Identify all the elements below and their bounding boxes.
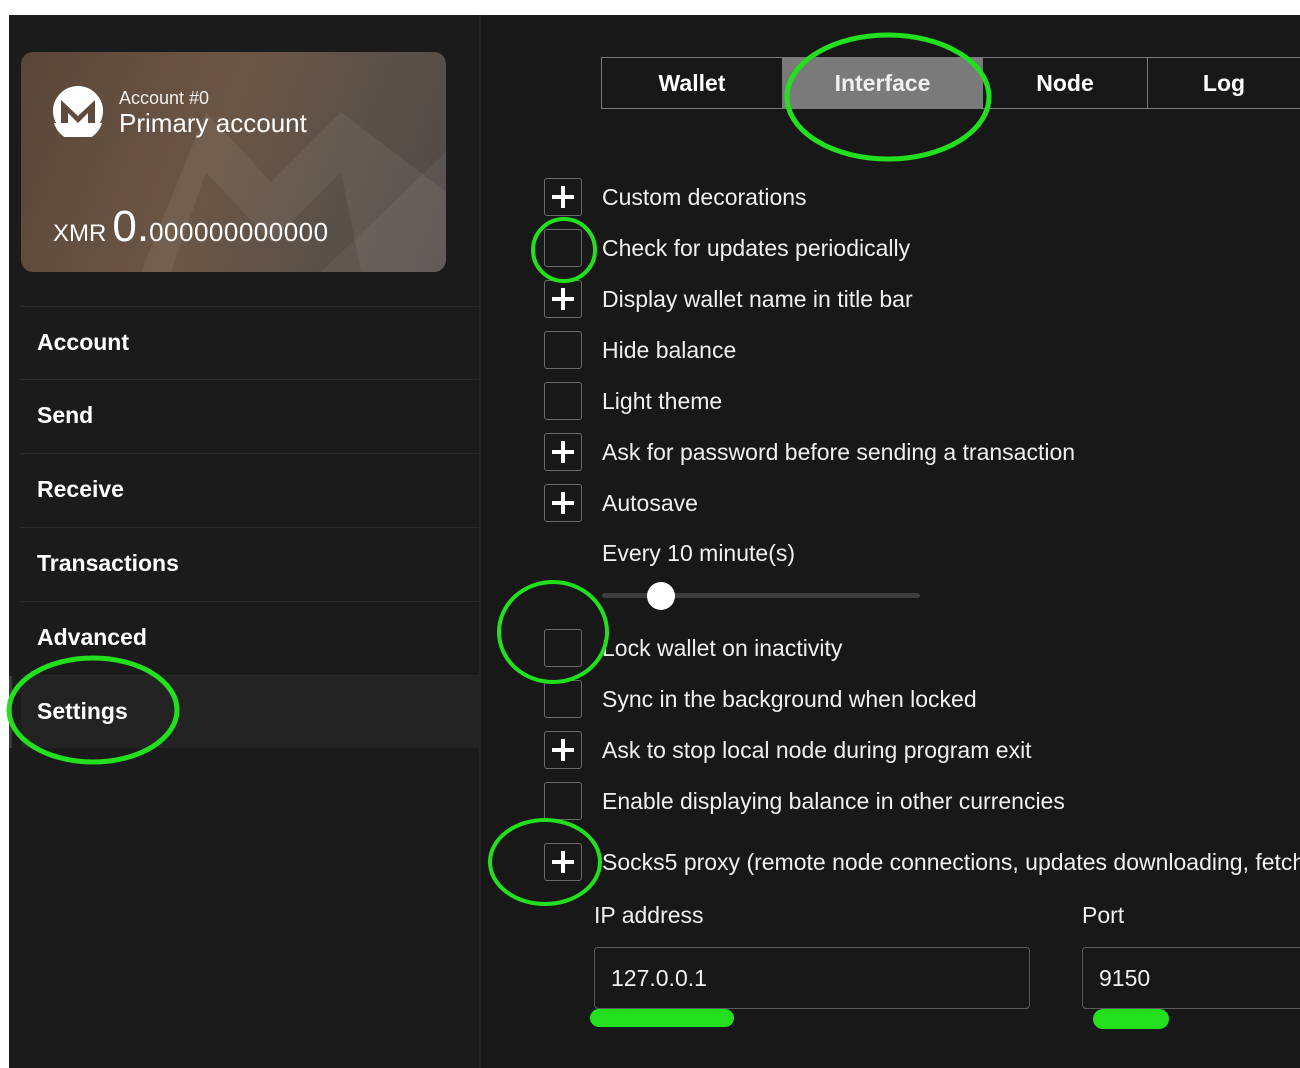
light-theme-checkbox[interactable] (544, 382, 582, 420)
port-value: 9150 (1099, 965, 1151, 991)
plus-icon (552, 739, 574, 761)
app-window: Account #0 Primary account XMR 0.00000000… (9, 15, 1300, 1068)
setting-stop-local-node: Ask to stop local node during program ex… (544, 731, 1300, 771)
setting-autosave: Autosave (544, 484, 1300, 524)
balance-integer: 0 (112, 202, 137, 251)
tab-wallet[interactable]: Wallet (602, 58, 783, 108)
setting-label: Autosave (602, 490, 698, 516)
sidebar-divider (479, 15, 481, 1068)
sidebar: Account #0 Primary account XMR 0.00000000… (9, 15, 479, 1068)
setting-socks5-proxy: Socks5 proxy (remote node connections, u… (544, 843, 1300, 883)
socks5-proxy-checkbox[interactable] (544, 843, 582, 881)
custom-decorations-checkbox[interactable] (544, 178, 582, 216)
setting-other-currencies: Enable displaying balance in other curre… (544, 782, 1300, 822)
tab-log[interactable]: Log (1148, 58, 1300, 108)
tab-interface[interactable]: Interface (783, 58, 983, 108)
sidebar-item-label: Advanced (37, 624, 147, 650)
plus-icon (552, 851, 574, 873)
slider-handle[interactable] (647, 582, 675, 610)
setting-label: Enable displaying balance in other curre… (602, 788, 1065, 814)
plus-icon (552, 288, 574, 310)
wallet-name-title-checkbox[interactable] (544, 280, 582, 318)
lock-wallet-checkbox[interactable] (544, 629, 582, 667)
account-id: Account #0 (119, 88, 210, 108)
autosave-slider[interactable] (602, 582, 920, 612)
account-card: Account #0 Primary account XMR 0.00000000… (21, 52, 446, 272)
sidebar-item-label: Transactions (37, 550, 179, 576)
setting-label: Custom decorations (602, 184, 807, 210)
plus-icon (552, 441, 574, 463)
setting-label: Lock wallet on inactivity (602, 635, 843, 661)
setting-label: Sync in the background when locked (602, 686, 977, 712)
tab-node[interactable]: Node (983, 58, 1148, 108)
balance-unit: XMR (53, 220, 107, 247)
setting-sync-background: Sync in the background when locked (544, 680, 1300, 720)
plus-icon (552, 186, 574, 208)
setting-label: Check for updates periodically (602, 235, 911, 261)
sidebar-item-label: Account (37, 329, 129, 355)
setting-check-updates: Check for updates periodically (544, 229, 1300, 269)
hide-balance-checkbox[interactable] (544, 331, 582, 369)
setting-label: Socks5 proxy (remote node connections, u… (602, 849, 1300, 875)
sidebar-item-label: Settings (37, 698, 128, 724)
settings-tab-bar: Wallet Interface Node Log (601, 57, 1300, 109)
balance-display: XMR 0.000000000000 (53, 202, 329, 251)
sidebar-item-transactions[interactable]: Transactions (21, 527, 479, 600)
setting-light-theme: Light theme (544, 382, 1300, 422)
balance-decimals: 000000000000 (149, 217, 329, 247)
sidebar-item-settings[interactable]: Settings (9, 675, 479, 748)
setting-label: Display wallet name in title bar (602, 286, 913, 312)
sidebar-item-receive[interactable]: Receive (21, 453, 479, 526)
check-updates-checkbox[interactable] (544, 229, 582, 267)
setting-label: Hide balance (602, 337, 737, 363)
account-name: Primary account (119, 108, 307, 138)
setting-label: Light theme (602, 388, 723, 414)
autosave-checkbox[interactable] (544, 484, 582, 522)
autosave-interval-label: Every 10 minute(s) (602, 540, 796, 566)
sidebar-item-advanced[interactable]: Advanced (21, 601, 479, 674)
setting-wallet-name-title: Display wallet name in title bar (544, 280, 1300, 320)
ip-address-input[interactable]: 127.0.0.1 (594, 947, 1030, 1009)
ip-address-label: IP address (594, 902, 704, 928)
setting-lock-wallet: Lock wallet on inactivity (544, 629, 1300, 669)
stop-local-node-checkbox[interactable] (544, 731, 582, 769)
setting-custom-decorations: Custom decorations (544, 178, 1300, 218)
setting-label: Ask for password before sending a transa… (602, 439, 1076, 465)
setting-hide-balance: Hide balance (544, 331, 1300, 371)
sidebar-item-label: Receive (37, 476, 124, 502)
plus-icon (552, 492, 574, 514)
setting-label: Ask to stop local node during program ex… (602, 737, 1032, 763)
ip-address-value: 127.0.0.1 (611, 965, 707, 991)
sidebar-item-label: Send (37, 402, 94, 428)
port-label: Port (1082, 902, 1125, 928)
setting-ask-password: Ask for password before sending a transa… (544, 433, 1300, 473)
port-input[interactable]: 9150 (1082, 947, 1300, 1009)
sidebar-item-send[interactable]: Send (21, 379, 479, 452)
other-currencies-checkbox[interactable] (544, 782, 582, 820)
sidebar-item-account[interactable]: Account (21, 306, 479, 379)
sync-background-checkbox[interactable] (544, 680, 582, 718)
monero-logo-icon (53, 86, 103, 137)
ask-password-checkbox[interactable] (544, 433, 582, 471)
